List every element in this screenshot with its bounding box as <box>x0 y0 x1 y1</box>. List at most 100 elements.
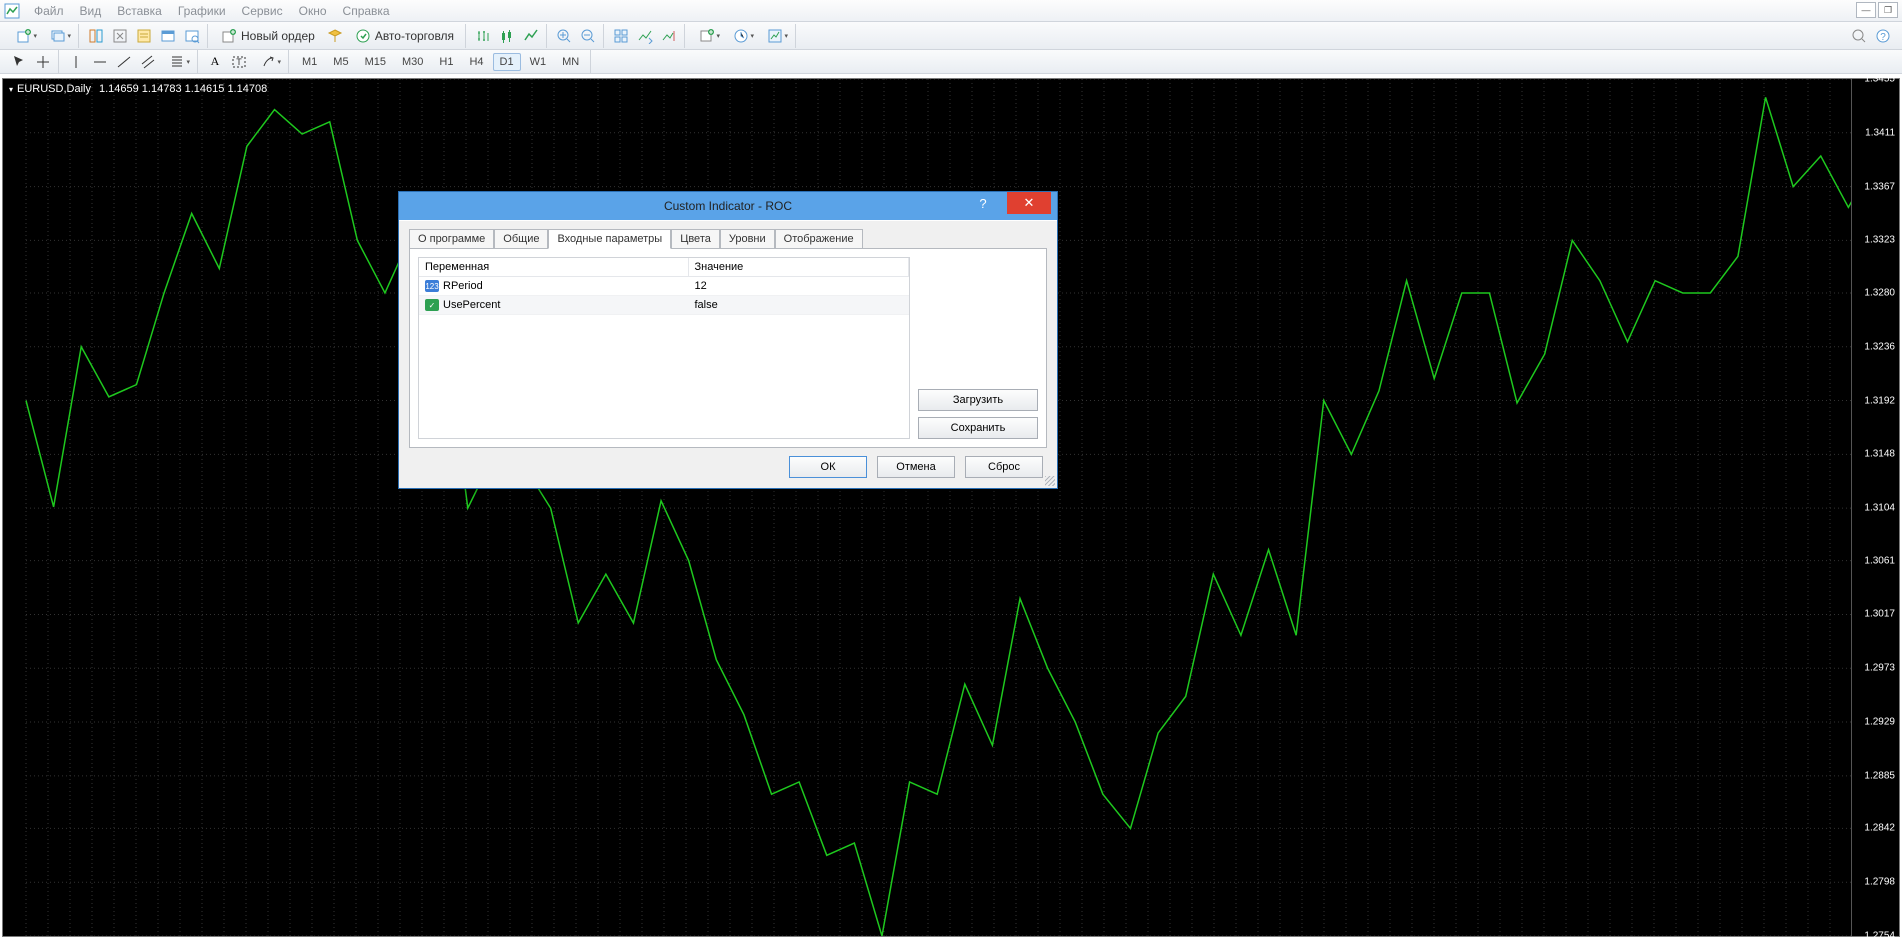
y-tick: 1.2754 <box>1864 931 1895 942</box>
y-tick: 1.3017 <box>1864 609 1895 620</box>
menu-charts[interactable]: Графики <box>170 2 234 20</box>
timeframe-M5[interactable]: M5 <box>326 53 355 71</box>
timeframe-H1[interactable]: H1 <box>432 53 460 71</box>
indicator-dialog: Custom Indicator - ROC ? ✕ О программеОб… <box>398 191 1058 489</box>
boolean-icon: ✓ <box>425 299 439 311</box>
y-tick: 1.3411 <box>1865 127 1895 138</box>
fibonacci-tool[interactable] <box>161 51 193 73</box>
text-tool[interactable]: A <box>204 51 226 73</box>
menu-bar: Файл Вид Вставка Графики Сервис Окно Спр… <box>0 0 1902 22</box>
tab-Общие[interactable]: Общие <box>494 229 548 249</box>
table-row[interactable]: 123RPeriod12 <box>419 277 909 296</box>
menu-file[interactable]: Файл <box>26 2 72 20</box>
resize-grip[interactable] <box>1045 476 1055 486</box>
terminal-button[interactable] <box>157 25 179 47</box>
auto-scroll-button[interactable] <box>634 25 656 47</box>
col-variable: Переменная <box>419 258 689 276</box>
templates-button[interactable] <box>759 25 791 47</box>
cursor-tool[interactable] <box>8 51 30 73</box>
save-button[interactable]: Сохранить <box>918 417 1038 439</box>
auto-trade-button[interactable]: Авто-торговля <box>348 25 461 47</box>
draw-time-toolbar: A T M1M5M15M30H1H4D1W1MN <box>0 50 1902 74</box>
timeframe-M15[interactable]: M15 <box>358 53 393 71</box>
strategy-tester-button[interactable] <box>181 25 203 47</box>
chart-dropdown-icon[interactable]: ▾ <box>9 85 13 94</box>
timeframe-MN[interactable]: MN <box>555 53 586 71</box>
chart-shift-button[interactable] <box>658 25 680 47</box>
timeframe-H4[interactable]: H4 <box>462 53 490 71</box>
load-button[interactable]: Загрузить <box>918 389 1038 411</box>
tab-panel-inputs: Переменная Значение 123RPeriod12✓UsePerc… <box>409 248 1047 448</box>
indicators-button[interactable] <box>691 25 723 47</box>
cancel-button[interactable]: Отмена <box>877 456 955 478</box>
table-header: Переменная Значение <box>419 258 909 277</box>
y-tick: 1.3455 <box>1864 74 1895 85</box>
minimize-button[interactable]: — <box>1856 2 1876 18</box>
y-tick: 1.3367 <box>1864 181 1895 192</box>
y-tick: 1.2798 <box>1864 877 1895 888</box>
main-toolbar: Новый ордер Авто-торговля ? <box>0 22 1902 50</box>
menu-insert[interactable]: Вставка <box>109 2 170 20</box>
trendline-tool[interactable] <box>113 51 135 73</box>
y-tick: 1.3192 <box>1864 395 1895 406</box>
svg-text:T: T <box>236 57 242 67</box>
dialog-help-button[interactable]: ? <box>963 192 1003 214</box>
hline-tool[interactable] <box>89 51 111 73</box>
dialog-tabstrip: О программеОбщиеВходные параметрыЦветаУр… <box>409 229 1047 249</box>
reset-button[interactable]: Сброс <box>965 456 1043 478</box>
arrows-tool[interactable] <box>252 51 284 73</box>
y-axis: 1.34551.34111.33671.33231.32801.32361.31… <box>1851 79 1899 936</box>
tab-Уровни[interactable]: Уровни <box>720 229 775 249</box>
new-chart-button[interactable] <box>8 25 40 47</box>
menu-view[interactable]: Вид <box>72 2 110 20</box>
timeframe-M1[interactable]: M1 <box>295 53 324 71</box>
tile-windows-button[interactable] <box>610 25 632 47</box>
vline-tool[interactable] <box>65 51 87 73</box>
menu-window[interactable]: Окно <box>291 2 335 20</box>
ok-button[interactable]: ОК <box>789 456 867 478</box>
table-row[interactable]: ✓UsePercentfalse <box>419 296 909 315</box>
tab-Отображение[interactable]: Отображение <box>775 229 863 249</box>
bar-chart-button[interactable] <box>472 25 494 47</box>
dialog-titlebar[interactable]: Custom Indicator - ROC ? ✕ <box>399 192 1057 220</box>
metaeditor-button[interactable] <box>324 25 346 47</box>
timeframe-W1[interactable]: W1 <box>523 53 554 71</box>
tab-Входные-параметры[interactable]: Входные параметры <box>548 229 671 249</box>
y-tick: 1.3280 <box>1864 287 1895 298</box>
data-window-button[interactable] <box>133 25 155 47</box>
y-tick: 1.3061 <box>1864 555 1895 566</box>
navigator-button[interactable] <box>109 25 131 47</box>
menu-service[interactable]: Сервис <box>234 2 291 20</box>
y-tick: 1.3236 <box>1864 341 1895 352</box>
col-value: Значение <box>689 258 910 276</box>
zoom-in-button[interactable] <box>553 25 575 47</box>
zoom-out-button[interactable] <box>577 25 599 47</box>
restore-button[interactable]: ❐ <box>1878 2 1898 18</box>
tab-Цвета[interactable]: Цвета <box>671 229 720 249</box>
search-button[interactable] <box>1848 25 1870 47</box>
y-tick: 1.2885 <box>1864 770 1895 781</box>
profiles-button[interactable] <box>42 25 74 47</box>
tab-О-программе[interactable]: О программе <box>409 229 494 249</box>
candle-chart-button[interactable] <box>496 25 518 47</box>
dialog-title: Custom Indicator - ROC <box>664 199 792 213</box>
text-label-tool[interactable]: T <box>228 51 250 73</box>
number-icon: 123 <box>425 280 439 292</box>
parameters-table[interactable]: Переменная Значение 123RPeriod12✓UsePerc… <box>418 257 910 439</box>
market-watch-button[interactable] <box>85 25 107 47</box>
crosshair-tool[interactable] <box>32 51 54 73</box>
new-order-button[interactable]: Новый ордер <box>214 25 322 47</box>
line-chart-button[interactable] <box>520 25 542 47</box>
menu-help[interactable]: Справка <box>335 2 398 20</box>
periods-button[interactable] <box>725 25 757 47</box>
auto-trade-label: Авто-торговля <box>375 29 454 43</box>
svg-text:?: ? <box>1880 32 1886 43</box>
channel-tool[interactable] <box>137 51 159 73</box>
y-tick: 1.3104 <box>1864 503 1895 514</box>
dialog-close-button[interactable]: ✕ <box>1007 192 1051 214</box>
y-tick: 1.2842 <box>1864 823 1895 834</box>
timeframe-D1[interactable]: D1 <box>493 53 521 71</box>
help-button[interactable]: ? <box>1872 25 1894 47</box>
app-icon <box>4 3 20 19</box>
timeframe-M30[interactable]: M30 <box>395 53 430 71</box>
